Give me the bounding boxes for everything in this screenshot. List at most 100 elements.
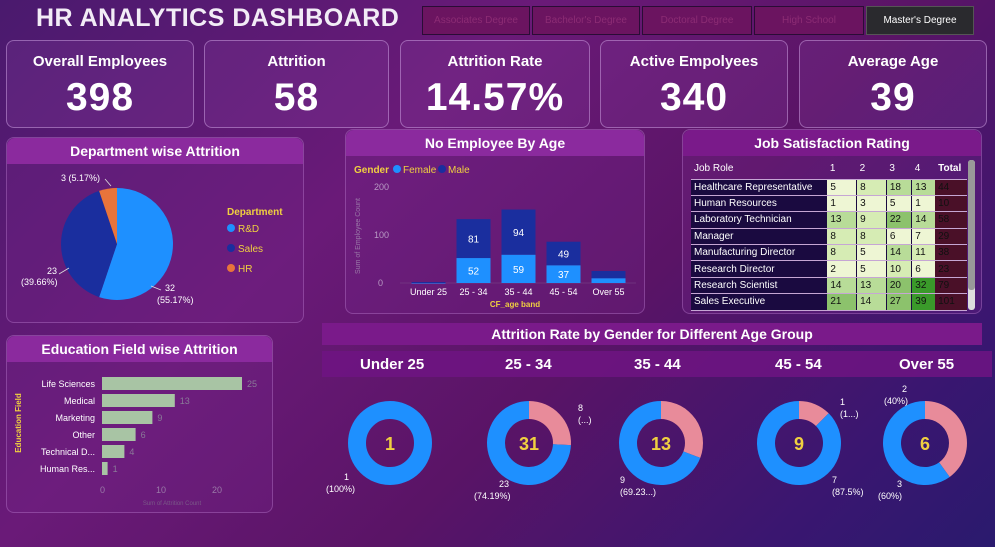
kpi-label: Attrition Rate — [447, 53, 543, 70]
slicer-doctoral-degree[interactable]: Doctoral Degree — [642, 6, 752, 35]
bar — [102, 428, 136, 441]
rating-cell: 9 — [856, 211, 887, 229]
rating-cell: 1 — [826, 195, 857, 213]
donut-label: (1...) — [840, 409, 859, 419]
job-satisfaction-panel: Job Satisfaction Rating Job Role 1 2 3 4… — [682, 129, 982, 314]
table-scrollbar[interactable] — [968, 160, 975, 310]
total-cell: 29 — [935, 228, 967, 246]
donut-segment-yes — [925, 401, 967, 477]
rating-cell: 2 — [826, 260, 857, 278]
rating-cell: 6 — [911, 260, 936, 278]
total-cell: 79 — [935, 277, 967, 295]
bar — [102, 462, 108, 475]
x-tick-10: 10 — [156, 485, 166, 495]
donut-label: 1 — [344, 472, 349, 482]
rating-cell: 14 — [826, 277, 857, 295]
rating-cell: 1 — [911, 195, 936, 213]
rating-cell: 13 — [826, 211, 857, 229]
donut-label: 3 — [897, 479, 902, 489]
data-label: 6 — [141, 430, 146, 440]
rating-cell: 8 — [856, 179, 887, 196]
donut-center-value: 31 — [519, 434, 539, 454]
donut-label: (74.19%) — [474, 491, 511, 501]
donut-center-value: 9 — [794, 434, 804, 454]
data-label-female: 52 — [468, 267, 480, 278]
legend-rd: R&D — [238, 224, 259, 235]
table-row: Manufacturing Director 8 5 14 11 38 — [691, 244, 967, 262]
x-axis-label: CF_age band — [490, 300, 540, 309]
pie-label-sales: 23 — [47, 266, 57, 276]
bar — [102, 377, 242, 390]
age-bar-chart: Gender Female Male 200 100 0 Sum of Empl… — [354, 165, 636, 309]
x-tick-label: Over 55 — [592, 287, 624, 297]
y-axis-label: Sum of Employee Count — [355, 198, 362, 274]
matrix-table: Job Role 1 2 3 4 Total Healthcare Repres… — [691, 158, 967, 311]
department-pie-chart: 32 (55.17%) 23 (39.66%) 3 (5.17%) Depart… — [21, 173, 283, 305]
kpi-value: 14.57% — [425, 76, 565, 119]
x-tick-label: Under 25 — [410, 287, 447, 297]
pie-label-hr: 3 (5.17%) — [61, 173, 100, 183]
table-row: Sales Executive 21 14 27 39 101 — [691, 293, 967, 311]
donut-chart: 6 — [883, 401, 967, 485]
table-header-row: Job Role 1 2 3 4 Total — [691, 158, 967, 180]
rating-cell: 39 — [911, 293, 936, 311]
y-tick-200: 200 — [374, 182, 389, 192]
kpi-label: Overall Employees — [32, 53, 168, 70]
age-group-label: Over 55 — [899, 356, 955, 373]
page-title: HR ANALYTICS DASHBOARD — [36, 4, 400, 32]
kpi-overall-employees: Overall Employees 398 — [6, 40, 194, 128]
rating-cell: 32 — [911, 277, 936, 295]
y-tick-label: Human Res... — [40, 464, 95, 474]
kpi-value: 398 — [65, 76, 135, 119]
legend-male: Male — [448, 165, 470, 176]
table-row: Human Resources 1 3 5 1 10 — [691, 195, 967, 213]
x-tick-label: 45 - 54 — [549, 287, 577, 297]
slicer-masters-degree[interactable]: Master's Degree — [866, 6, 974, 35]
legend-marker-sales — [227, 244, 235, 252]
total-cell: 10 — [935, 195, 967, 213]
col-header-total: Total — [935, 158, 967, 180]
y-tick-label: Other — [72, 430, 95, 440]
scrollbar-thumb[interactable] — [968, 160, 975, 290]
table-row: Research Director 2 5 10 6 23 — [691, 260, 967, 278]
donut-label: (60%) — [878, 491, 902, 501]
col-header-1: 1 — [826, 158, 857, 180]
kpi-label: Average Age — [847, 53, 939, 70]
total-cell: 38 — [935, 244, 967, 262]
bar-male — [591, 271, 626, 279]
table-row: Manager 8 8 6 7 29 — [691, 228, 967, 246]
donut-chart: 1 — [348, 401, 432, 485]
legend-marker-rd — [227, 224, 235, 232]
panel-title: Job Satisfaction Rating — [683, 130, 981, 156]
pie-label-sales-pct: (39.66%) — [21, 277, 58, 287]
rating-cell: 13 — [856, 277, 887, 295]
bar-male — [411, 282, 446, 283]
data-label-male: 81 — [468, 235, 480, 246]
rating-cell: 14 — [911, 211, 936, 229]
rating-cell: 8 — [826, 228, 857, 246]
total-cell: 58 — [935, 211, 967, 229]
data-label: 4 — [129, 447, 134, 457]
x-tick-0: 0 — [100, 485, 105, 495]
slicer-associates-degree[interactable]: Associates Degree — [422, 6, 530, 35]
y-tick-label: Life Sciences — [41, 379, 95, 389]
legend-title: Gender — [354, 165, 389, 176]
donut-label: 2 — [902, 384, 907, 394]
donut-chart: 13 — [619, 401, 703, 485]
table-row: Research Scientist 14 13 20 32 79 — [691, 277, 967, 295]
job-role-cell: Research Scientist — [691, 277, 827, 295]
gender-donut-charts: 1 31 13 9 6 1 (100%) 23 (74.19%) 8 (...) 9 (… — [326, 384, 967, 501]
age-group-label: 45 - 54 — [775, 356, 822, 373]
donut-label: 1 — [840, 397, 845, 407]
donut-chart: 31 — [487, 401, 571, 485]
donut-label: (100%) — [326, 484, 355, 494]
y-axis-label: Education Field — [14, 393, 23, 453]
slicer-bachelors-degree[interactable]: Bachelor's Degree — [532, 6, 640, 35]
bar — [102, 445, 125, 458]
kpi-active-employees: Active Empolyees 340 — [600, 40, 788, 128]
pie-label-rd: 32 — [165, 283, 175, 293]
legend-title: Department — [227, 207, 283, 218]
y-tick-100: 100 — [374, 230, 389, 240]
slicer-high-school[interactable]: High School — [754, 6, 864, 35]
donut-label: 7 — [832, 475, 837, 485]
